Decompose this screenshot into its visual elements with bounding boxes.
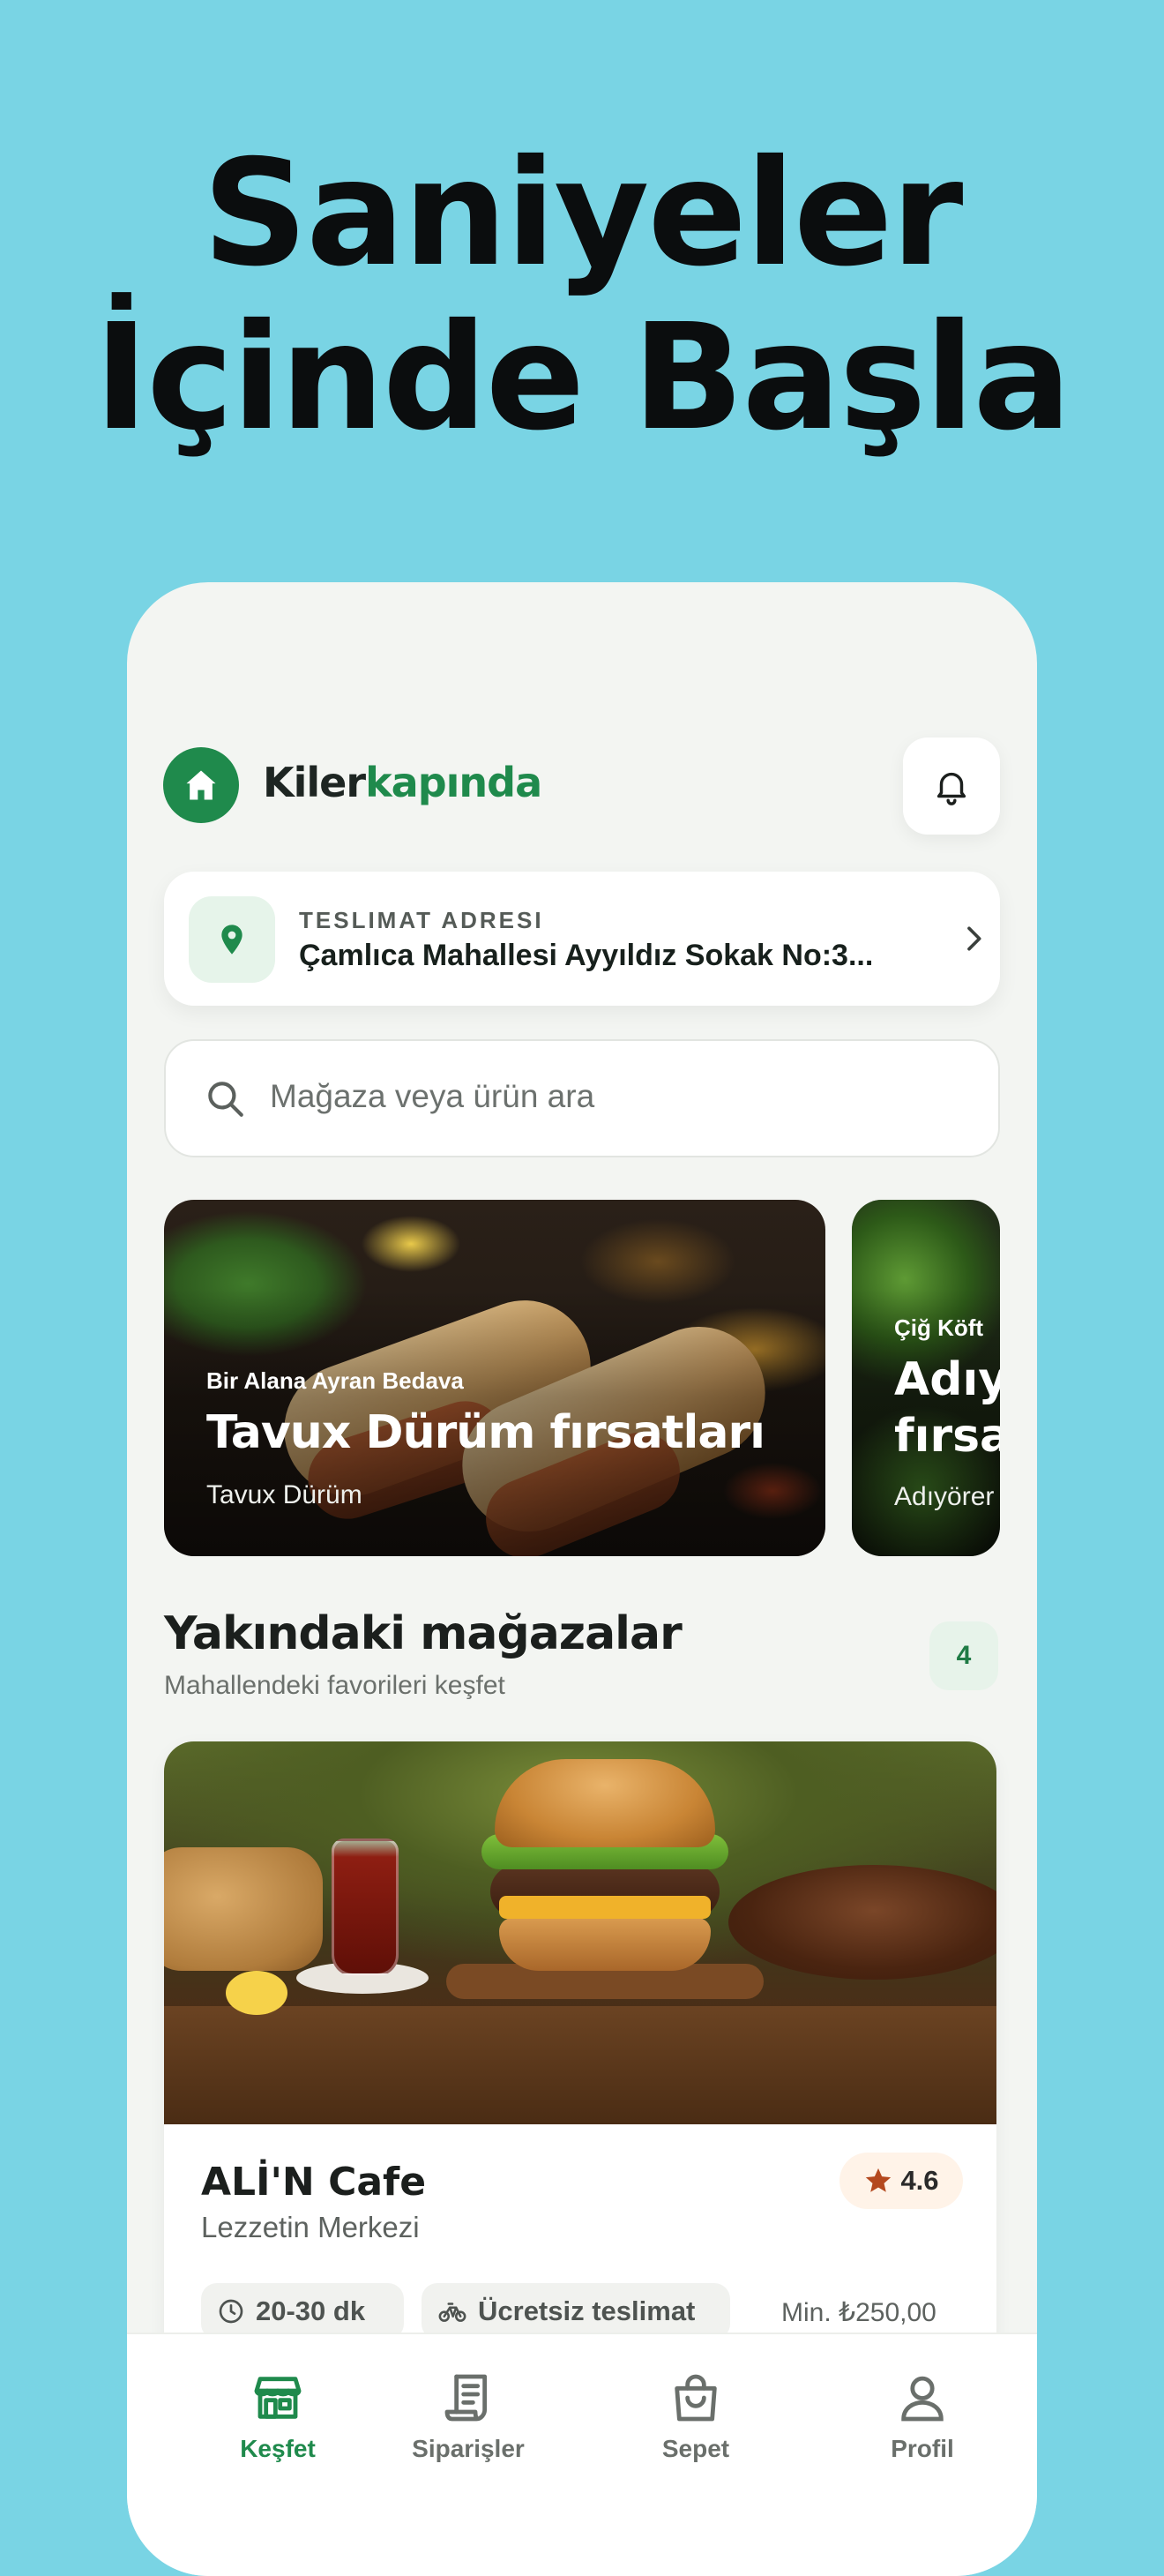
tab-siparisler[interactable]: Siparişler bbox=[380, 2334, 556, 2475]
chevron-right-icon bbox=[967, 926, 981, 951]
delivery-address-selector[interactable]: TESLIMAT ADRESI Çamlıca Mahallesi Ayyıld… bbox=[164, 872, 1000, 1006]
brand-name-part2: kapında bbox=[365, 759, 542, 806]
tab-sepet[interactable]: Sepet bbox=[608, 2334, 784, 2475]
address-value: Çamlıca Mahallesi Ayyıldız Sokak No:3... bbox=[299, 939, 874, 972]
star-icon bbox=[866, 2168, 892, 2192]
promo-banner-2[interactable]: Çiğ Köft Adıy fırsa Adıyörer bbox=[852, 1200, 1000, 1556]
tab-kesfet[interactable]: Keşfet bbox=[190, 2334, 366, 2475]
tab-kesfet-label: Keşfet bbox=[240, 2435, 316, 2462]
delivery-fee-chip: Ücretsiz teslimat bbox=[422, 2283, 730, 2340]
headline-line-2: İçinde Başla bbox=[93, 293, 1072, 463]
receipt-icon bbox=[444, 2374, 488, 2422]
tab-bar: Keşfet Siparişler Sepet Profil bbox=[127, 2333, 1037, 2576]
tab-sepet-label: Sepet bbox=[661, 2435, 730, 2462]
promo-banner-2-subtitle: Çiğ Köft bbox=[894, 1314, 984, 1341]
clock-icon bbox=[219, 2299, 243, 2324]
store-tagline: Lezzetin Merkezi bbox=[201, 2211, 420, 2243]
tab-profil-label: Profil bbox=[891, 2435, 954, 2462]
shopping-bag-icon bbox=[675, 2374, 717, 2422]
promo-banner-2-caption: Adıyörer bbox=[894, 1482, 995, 1511]
store-count-badge: 4 bbox=[929, 1621, 998, 1690]
search-icon bbox=[208, 1082, 243, 1117]
section-title: Yakındaki mağazalar bbox=[164, 1607, 683, 1660]
brand-name: Kilerkapında bbox=[263, 759, 542, 806]
storefront-icon bbox=[254, 2377, 302, 2419]
section-subtitle: Mahallendeki favorileri keşfet bbox=[164, 1671, 505, 1700]
tab-profil[interactable]: Profil bbox=[834, 2334, 1011, 2475]
promo-banner-2-title-line2: fırsa bbox=[894, 1410, 1000, 1463]
promo-banner-1-caption: Tavux Dürüm bbox=[206, 1480, 362, 1509]
min-order: Min. ₺250,00 bbox=[781, 2298, 936, 2327]
headline-line-1: Saniyeler bbox=[202, 129, 964, 299]
delivery-time-chip: 20-30 dk bbox=[201, 2283, 404, 2340]
address-label: TESLIMAT ADRESI bbox=[299, 907, 544, 933]
brand-name-part1: Kiler bbox=[263, 759, 366, 806]
tab-siparisler-label: Siparişler bbox=[412, 2435, 525, 2462]
rating-value: 4.6 bbox=[900, 2165, 939, 2196]
store-photo bbox=[164, 1741, 996, 2124]
home-icon bbox=[186, 770, 216, 800]
search-input[interactable]: Mağaza veya ürün ara bbox=[270, 1078, 594, 1115]
location-pin-badge bbox=[189, 896, 275, 983]
promo-banner-1-title: Tavux Dürüm fırsatları bbox=[206, 1406, 765, 1459]
brand-logo[interactable] bbox=[163, 747, 239, 823]
notifications-button[interactable] bbox=[903, 738, 1000, 835]
promo-banner-1-subtitle: Bir Alana Ayran Bedava bbox=[206, 1367, 464, 1394]
bicycle-icon bbox=[438, 2303, 466, 2322]
delivery-time: 20-30 dk bbox=[256, 2295, 366, 2326]
delivery-fee: Ücretsiz teslimat bbox=[478, 2295, 696, 2326]
user-icon bbox=[901, 2376, 944, 2422]
bell-icon bbox=[936, 772, 966, 805]
promo-banner-2-title: Adıy fırsa bbox=[894, 1352, 1000, 1464]
promo-banner-2-title-line1: Adıy bbox=[894, 1353, 1000, 1406]
headline: Saniyeler İçinde Başla bbox=[0, 132, 1164, 461]
promo-banner-1[interactable]: Bir Alana Ayran Bedava Tavux Dürüm fırsa… bbox=[164, 1200, 825, 1556]
rating-badge: 4.6 bbox=[839, 2153, 963, 2209]
location-pin-icon bbox=[221, 925, 242, 955]
phone-screen: Kilerkapında TESLIMAT ADRESI Çamlıca Mah… bbox=[127, 582, 1037, 2576]
search-bar[interactable]: Mağaza veya ürün ara bbox=[164, 1039, 1000, 1157]
store-name: ALİ'N Cafe bbox=[201, 2160, 427, 2205]
